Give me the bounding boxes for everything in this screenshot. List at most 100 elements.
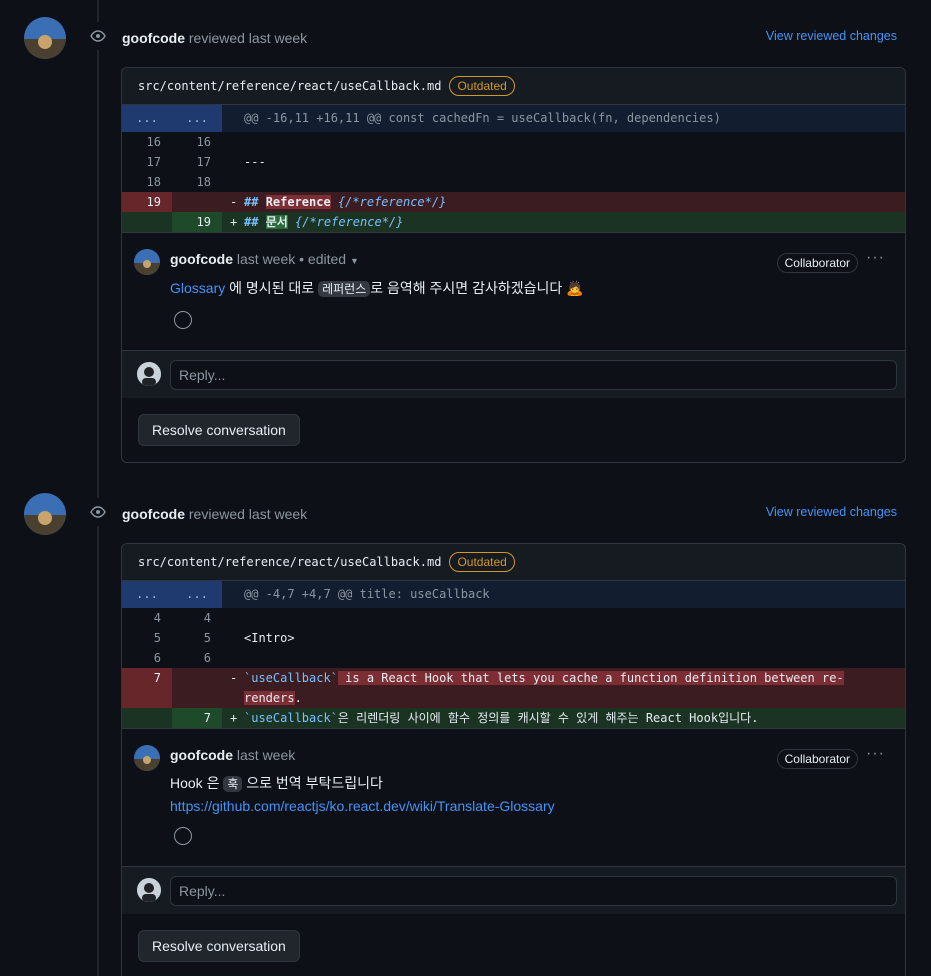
reply-input[interactable]: Reply...	[170, 360, 897, 390]
review-title: goofcode reviewed last week	[122, 30, 307, 46]
smiley-icon[interactable]	[174, 311, 192, 329]
reply-bar: Reply...	[122, 866, 905, 914]
comment-header: goofcode last week	[170, 747, 295, 763]
current-user-avatar	[137, 878, 161, 902]
code-line: <Intro>	[244, 631, 295, 645]
deleted-row: 19 - ## Reference {/*reference*/}	[122, 192, 905, 212]
deleted-code: - `useCallback` is a React Hook that lets…	[222, 668, 905, 708]
smiley-icon[interactable]	[174, 827, 192, 845]
old-line-number[interactable]: 7	[122, 668, 172, 708]
diff-row: 17 17 ---	[122, 152, 905, 172]
new-line-number[interactable]: 5	[172, 628, 222, 648]
comment-text: Hook 은	[170, 775, 224, 791]
comment-body: Glossary 에 명시된 대로 레퍼런스 로 음역해 주시면 감사하겠습니다 …	[170, 277, 584, 300]
comment-header: goofcode last week • edited ▼	[170, 251, 359, 267]
kebab-menu-icon[interactable]: ···	[866, 249, 885, 267]
diff-row: 18 18	[122, 172, 905, 192]
new-line-number[interactable]: 6	[172, 648, 222, 668]
outdated-badge: Outdated	[449, 76, 515, 96]
changed-token: is a React Hook that lets you cache a fu…	[337, 671, 844, 685]
comment-body: Hook 은 훅 으로 번역 부탁드립니다 https://github.com…	[170, 772, 555, 817]
timeline-line	[97, 0, 99, 976]
diff-sign: -	[230, 671, 238, 685]
expand-up-button[interactable]: ...	[122, 581, 172, 608]
review-thread: src/content/reference/react/useCallback.…	[121, 543, 906, 976]
comment-avatar[interactable]	[134, 249, 160, 275]
file-path[interactable]: src/content/reference/react/useCallback.…	[138, 79, 441, 93]
diff-table: ... ... @@ -16,11 +16,11 @@ const cached…	[122, 105, 905, 232]
hunk-header-row: ... ... @@ -4,7 +4,7 @@ title: useCallba…	[122, 581, 905, 608]
diff-sign: +	[230, 215, 238, 229]
eye-icon	[84, 22, 112, 50]
comment-text: 로 음역해 주시면 감사하겠습니다 🙇	[370, 280, 584, 296]
diff-row: 5 5 <Intro>	[122, 628, 905, 648]
old-line-number[interactable]: 6	[122, 648, 172, 668]
code-token: ##	[244, 215, 266, 229]
changed-token: 문서	[265, 215, 288, 229]
comment-avatar[interactable]	[134, 745, 160, 771]
file-header: src/content/reference/react/useCallback.…	[122, 68, 905, 105]
code-token: {/*reference*/}	[287, 215, 404, 229]
comment-author[interactable]: goofcode	[170, 251, 233, 267]
reviewer-avatar[interactable]	[24, 493, 66, 535]
diff-row: 16 16	[122, 132, 905, 152]
new-line-number[interactable]: 18	[172, 172, 222, 192]
diff-row: 66	[122, 648, 905, 668]
review-author[interactable]: goofcode	[122, 506, 185, 522]
new-line-number[interactable]: 17	[172, 152, 222, 172]
review-comment: goofcode last week • edited ▼ Collaborat…	[122, 232, 905, 350]
added-row: 19 + ## 문서 {/*reference*/}	[122, 212, 905, 232]
code-token: .	[294, 691, 302, 705]
file-header: src/content/reference/react/useCallback.…	[122, 544, 905, 581]
glossary-wiki-link[interactable]: https://github.com/reactjs/ko.react.dev/…	[170, 798, 555, 814]
review-author[interactable]: goofcode	[122, 30, 185, 46]
new-line-number[interactable]: 4	[172, 608, 222, 628]
chevron-down-icon[interactable]: ▼	[350, 256, 359, 266]
old-line-number[interactable]: 16	[122, 132, 172, 152]
view-reviewed-changes-link[interactable]: View reviewed changes	[766, 505, 897, 519]
deleted-row: 7 - `useCallback` is a React Hook that le…	[122, 668, 905, 708]
code-token: 은 리렌더링 사이에 함수 정의를 캐시할 수 있게 해주는 React Hoo…	[337, 711, 759, 725]
old-line-number[interactable]: 18	[122, 172, 172, 192]
view-reviewed-changes-link[interactable]: View reviewed changes	[766, 29, 897, 43]
comment-text: 으로 번역 부탁드립니다	[242, 775, 383, 791]
comment-time[interactable]: last week	[237, 747, 295, 763]
old-line-number[interactable]: 17	[122, 152, 172, 172]
new-line-number[interactable]: 19	[172, 212, 222, 232]
expand-up-button[interactable]: ...	[122, 105, 172, 132]
old-line-number[interactable]: 4	[122, 608, 172, 628]
eye-icon	[84, 498, 112, 526]
diff-sign: +	[230, 711, 238, 725]
new-line-number[interactable]: 16	[172, 132, 222, 152]
old-line-number[interactable]: 19	[122, 192, 172, 212]
added-row: 7 + `useCallback`은 리렌더링 사이에 함수 정의를 캐시할 수 …	[122, 708, 905, 728]
review-title: goofcode reviewed last week	[122, 506, 307, 522]
old-line-number[interactable]: 5	[122, 628, 172, 648]
file-path[interactable]: src/content/reference/react/useCallback.…	[138, 555, 441, 569]
edited-indicator[interactable]: • edited	[299, 251, 346, 267]
new-line-number[interactable]: 7	[172, 708, 222, 728]
review-action: reviewed last week	[188, 506, 308, 522]
glossary-link[interactable]: Glossary	[170, 280, 225, 296]
kebab-menu-icon[interactable]: ···	[866, 745, 885, 763]
comment-time[interactable]: last week	[237, 251, 295, 267]
outdated-badge: Outdated	[449, 552, 515, 572]
expand-down-button[interactable]: ...	[172, 581, 222, 608]
expand-down-button[interactable]: ...	[172, 105, 222, 132]
code-line: ---	[244, 155, 266, 169]
added-code: + `useCallback`은 리렌더링 사이에 함수 정의를 캐시할 수 있게…	[222, 708, 905, 728]
current-user-avatar	[137, 362, 161, 386]
comment-author[interactable]: goofcode	[170, 747, 233, 763]
diff-table: ... ... @@ -4,7 +4,7 @@ title: useCallba…	[122, 581, 905, 728]
resolve-conversation-button[interactable]: Resolve conversation	[138, 414, 300, 446]
diff-row: 44	[122, 608, 905, 628]
diff-sign: -	[230, 195, 238, 209]
reviewer-avatar[interactable]	[24, 17, 66, 59]
code-token: `useCallback`	[244, 671, 338, 685]
reply-input[interactable]: Reply...	[170, 876, 897, 906]
resolve-conversation-button[interactable]: Resolve conversation	[138, 930, 300, 962]
hunk-header-row: ... ... @@ -16,11 +16,11 @@ const cached…	[122, 105, 905, 132]
review-action: reviewed last week	[188, 30, 308, 46]
